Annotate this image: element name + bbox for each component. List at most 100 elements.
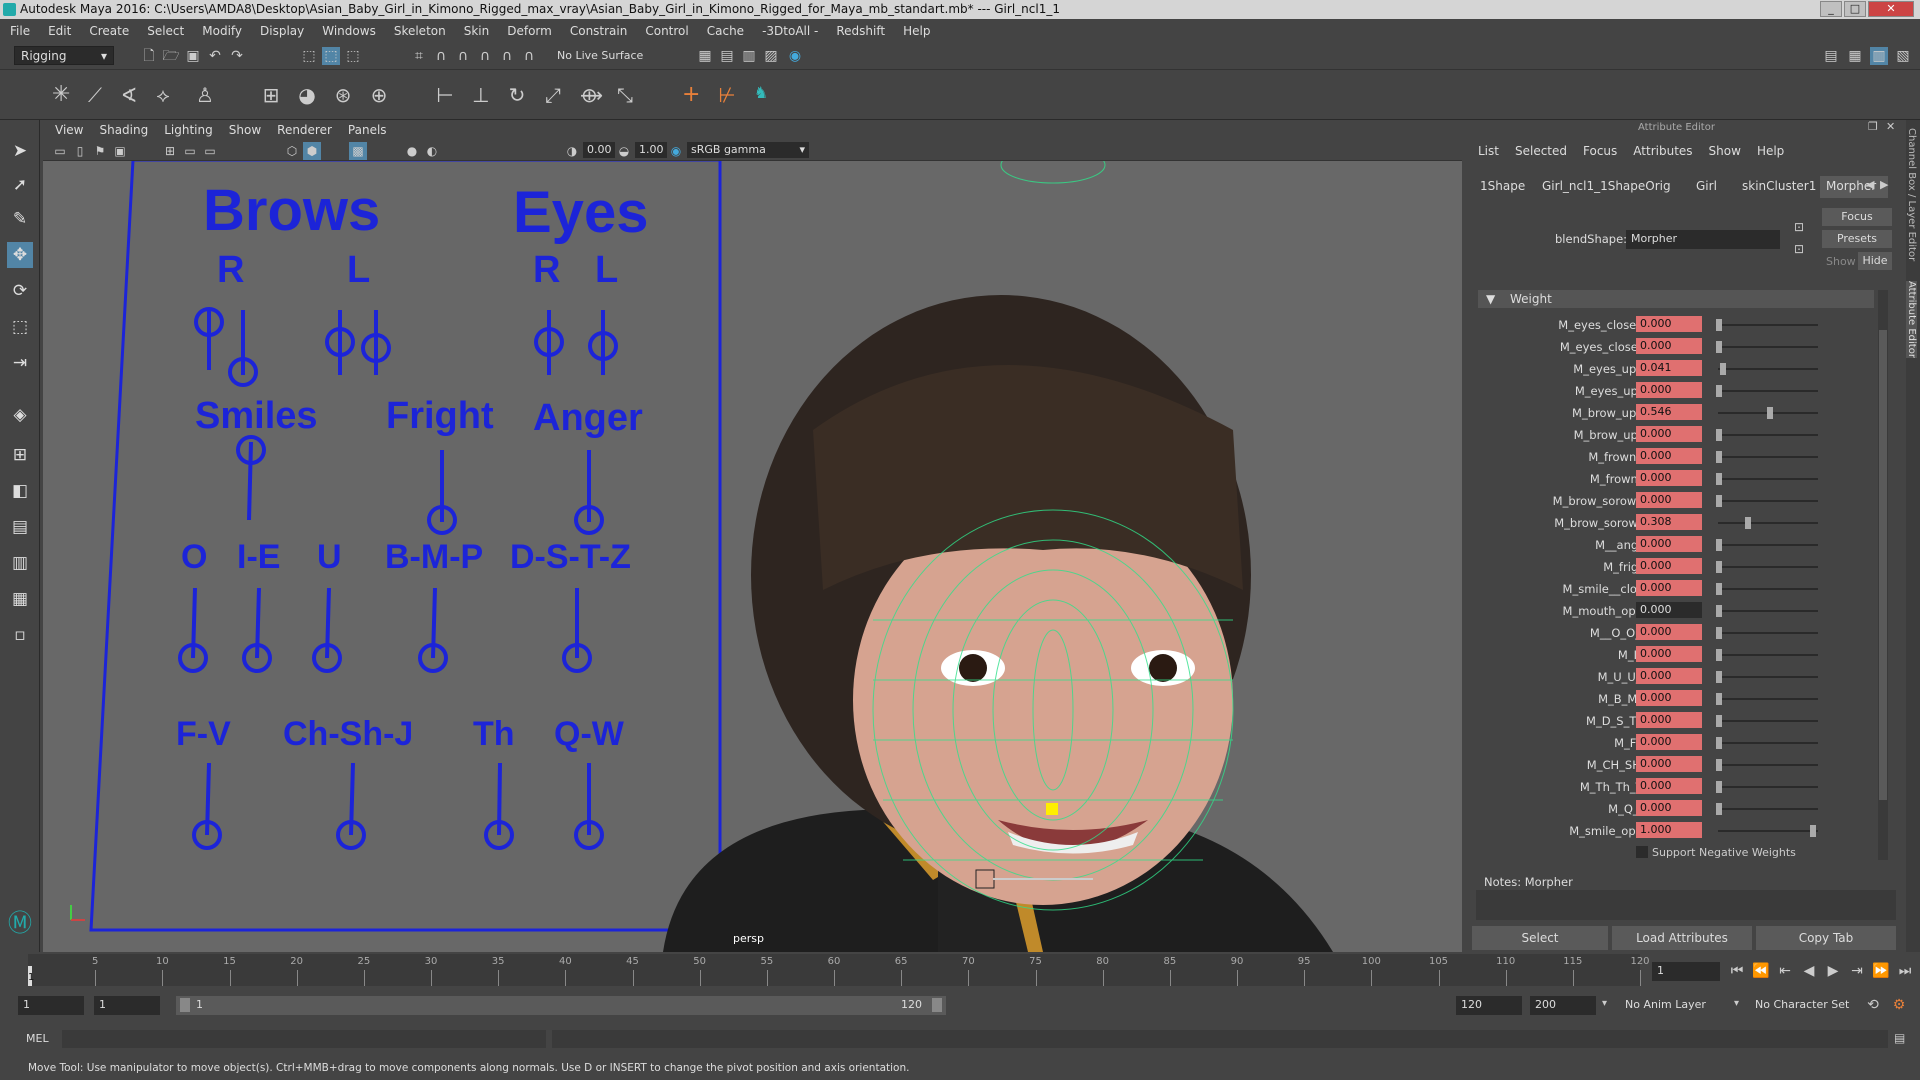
weight-value-field[interactable]: 0.000	[1636, 448, 1702, 464]
hide-button[interactable]: Hide	[1858, 252, 1892, 270]
weight-slider-handle[interactable]	[1716, 385, 1722, 397]
menu-help[interactable]: Help	[903, 24, 930, 38]
color-space-field[interactable]: sRGB gamma ▾	[687, 142, 809, 158]
weight-slider-handle[interactable]	[1716, 473, 1722, 485]
weight-slider-track[interactable]	[1718, 566, 1818, 568]
weight-slider-track[interactable]	[1718, 742, 1818, 744]
live-surface-field[interactable]: No Live Surface	[552, 47, 656, 66]
weight-slider-track[interactable]	[1718, 368, 1818, 370]
animation-end-field[interactable]: 200	[1530, 996, 1596, 1015]
camera-attributes-icon[interactable]: ▯	[71, 142, 89, 160]
weight-slider-track[interactable]	[1718, 808, 1818, 810]
weight-slider-track[interactable]	[1718, 390, 1818, 392]
paint-select-icon[interactable]: ✎	[7, 206, 33, 232]
bookmark-icon[interactable]: ⚑	[91, 142, 109, 160]
menu-edit[interactable]: Edit	[48, 24, 71, 38]
mel-label[interactable]: MEL	[26, 1032, 49, 1045]
negative-weights-checkbox[interactable]	[1636, 846, 1648, 858]
toggle-attribute-editor-icon[interactable]: ▦	[1846, 47, 1864, 65]
add-attribute-icon[interactable]: +	[682, 84, 700, 106]
color-management-icon[interactable]: ◉	[667, 142, 685, 160]
snap-grid-icon[interactable]: ⌗	[410, 47, 428, 65]
ae-menu-focus[interactable]: Focus	[1583, 144, 1617, 158]
viewport-panel[interactable]: Brows Eyes R L R L Smiles Fright Anger O…	[43, 120, 1462, 952]
weight-value-field[interactable]: 0.000	[1636, 668, 1702, 684]
constraint-scale-icon[interactable]: ⤢	[544, 85, 562, 105]
ae-menu-selected[interactable]: Selected	[1515, 144, 1567, 158]
toggle-channel-box-icon[interactable]: ▥	[1870, 47, 1888, 65]
weight-slider-handle[interactable]	[1716, 605, 1722, 617]
lights-icon[interactable]: ●	[403, 142, 421, 160]
weight-slider-handle[interactable]	[1716, 451, 1722, 463]
set-driven-key-icon[interactable]: ⊬	[718, 85, 736, 105]
save-scene-icon[interactable]: ▣	[184, 47, 202, 65]
load-selected-icon[interactable]: ⊡	[1794, 220, 1804, 234]
weight-slider-track[interactable]	[1718, 676, 1818, 678]
mel-input[interactable]	[62, 1030, 546, 1048]
menu-create[interactable]: Create	[89, 24, 129, 38]
playback-end-field[interactable]: 120	[1456, 996, 1522, 1015]
hypershade-icon[interactable]: ◉	[786, 47, 804, 65]
step-back-key-icon[interactable]: ⏪	[1752, 962, 1770, 980]
weight-value-field[interactable]: 0.000	[1636, 470, 1702, 486]
vp-menu-lighting[interactable]: Lighting	[164, 123, 213, 137]
tab-scroll-left-icon[interactable]: ◀	[1866, 178, 1874, 191]
copy-tab-icon[interactable]: ⊡	[1794, 242, 1804, 256]
close-button[interactable]: ✕	[1868, 1, 1914, 17]
ik-handle-icon[interactable]: ⟋	[86, 85, 104, 105]
move-tool-icon[interactable]: ✥	[7, 242, 33, 268]
step-forward-key-icon[interactable]: ⏩	[1872, 962, 1890, 980]
ipr-render-icon[interactable]: ▥	[740, 47, 758, 65]
create-joint-icon[interactable]: ✳	[52, 84, 70, 106]
weight-slider-track[interactable]	[1718, 632, 1818, 634]
weight-value-field[interactable]: 1.000	[1636, 822, 1702, 838]
render-view-icon[interactable]: ▦	[696, 47, 714, 65]
menu-3dtoall[interactable]: -3DtoAll -	[762, 24, 818, 38]
select-hierarchy-icon[interactable]: ⬚	[300, 47, 318, 65]
select-button[interactable]: Select	[1472, 926, 1608, 950]
attribute-editor-side-tab[interactable]: Attribute Editor	[1906, 281, 1917, 359]
weight-slider-handle[interactable]	[1716, 539, 1722, 551]
vp-menu-shading[interactable]: Shading	[99, 123, 148, 137]
go-to-end-icon[interactable]: ⏭	[1896, 962, 1914, 980]
tab-girl[interactable]: Girl	[1690, 176, 1730, 198]
weight-slider-track[interactable]	[1718, 610, 1818, 612]
step-forward-frame-icon[interactable]: ⇥	[1848, 962, 1866, 980]
weight-value-field[interactable]: 0.308	[1636, 514, 1702, 530]
cluster-icon[interactable]: ⊕	[370, 85, 388, 105]
weight-value-field[interactable]: 0.000	[1636, 558, 1702, 574]
weight-slider-track[interactable]	[1718, 698, 1818, 700]
weight-slider-handle[interactable]	[1716, 671, 1722, 683]
open-scene-icon[interactable]: 🗁	[162, 47, 180, 65]
lattice-icon[interactable]: ⊛	[334, 85, 352, 105]
presets-button[interactable]: Presets	[1822, 230, 1892, 248]
select-components-icon[interactable]: ⬚	[344, 47, 362, 65]
menu-control[interactable]: Control	[645, 24, 688, 38]
float-panel-icon[interactable]: ❐	[1868, 120, 1878, 133]
weight-value-field[interactable]: 0.000	[1636, 316, 1702, 332]
undo-icon[interactable]: ↶	[206, 47, 224, 65]
weight-slider-track[interactable]	[1718, 478, 1818, 480]
gamma-icon[interactable]: ◒	[615, 142, 633, 160]
menu-display[interactable]: Display	[260, 24, 304, 38]
menu-cache[interactable]: Cache	[707, 24, 744, 38]
tab-morpher[interactable]: Morpher	[1820, 176, 1888, 198]
focus-button[interactable]: Focus	[1822, 208, 1892, 226]
tab-girl-ncl1-1shapeorig[interactable]: Girl_ncl1_1ShapeOrig	[1536, 176, 1684, 198]
wrap-icon[interactable]: ◕	[298, 85, 316, 105]
image-plane-icon[interactable]: ▣	[111, 142, 129, 160]
persp-graph-layout-icon[interactable]: ▤	[7, 514, 33, 540]
weight-slider-handle[interactable]	[1716, 429, 1722, 441]
weight-slider-track[interactable]	[1718, 544, 1818, 546]
persp-outliner-layout-icon[interactable]: ◧	[7, 478, 33, 504]
camera-select-icon[interactable]: ▭	[51, 142, 69, 160]
rotate-tool-icon[interactable]: ⟳	[7, 278, 33, 304]
last-tool-icon[interactable]: ⇥	[7, 350, 33, 376]
weight-value-field[interactable]: 0.000	[1636, 382, 1702, 398]
animation-start-field[interactable]: 1	[18, 996, 84, 1015]
close-panel-icon[interactable]: ✕	[1886, 120, 1895, 133]
weight-slider-track[interactable]	[1718, 456, 1818, 458]
range-end-handle[interactable]	[932, 998, 942, 1012]
single-perspective-layout-icon[interactable]: ◈	[7, 402, 33, 428]
weight-value-field[interactable]: 0.000	[1636, 734, 1702, 750]
